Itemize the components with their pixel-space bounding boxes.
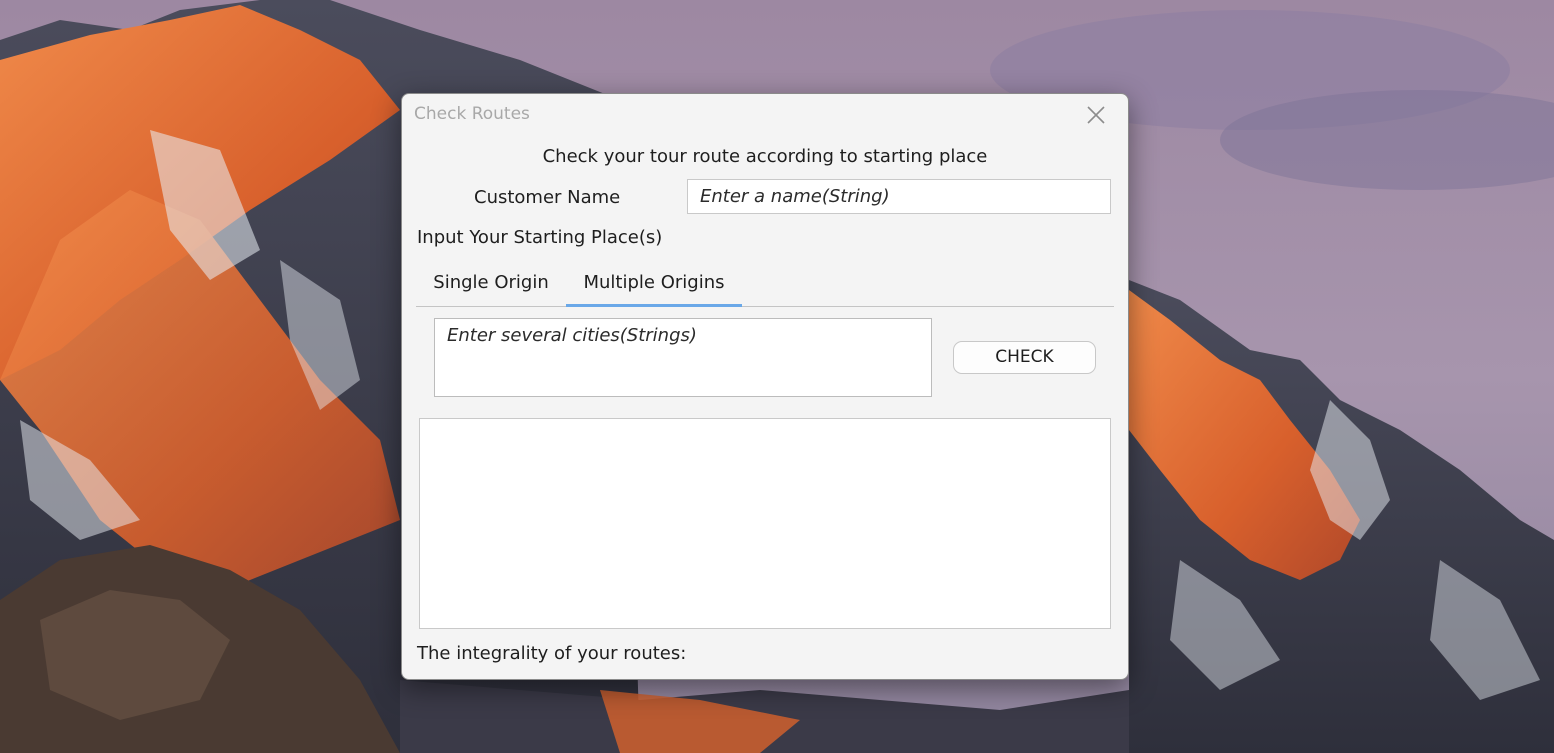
customer-name-label: Customer Name [474, 187, 621, 208]
integrality-label: The integrality of your routes: [417, 643, 687, 664]
close-icon [1087, 106, 1105, 124]
result-text-area[interactable] [419, 418, 1111, 629]
desktop: Check Routes Check your tour route accor… [0, 0, 1554, 753]
check-routes-dialog: Check Routes Check your tour route accor… [401, 93, 1129, 680]
dialog-heading: Check your tour route according to start… [542, 146, 988, 167]
cities-input[interactable] [434, 318, 932, 397]
tab-multiple-origins[interactable]: Multiple Origins [566, 264, 742, 307]
active-tab-indicator [566, 304, 742, 307]
window-title: Check Routes [414, 104, 530, 124]
origin-tabs: Single Origin Multiple Origins [416, 264, 1114, 307]
customer-name-input[interactable] [687, 179, 1111, 214]
tab-multiple-origins-label: Multiple Origins [583, 272, 725, 293]
tab-single-origin[interactable]: Single Origin [416, 264, 566, 306]
close-button[interactable] [1076, 98, 1116, 132]
starting-place-label: Input Your Starting Place(s) [417, 227, 663, 248]
check-button[interactable]: CHECK [953, 341, 1096, 374]
